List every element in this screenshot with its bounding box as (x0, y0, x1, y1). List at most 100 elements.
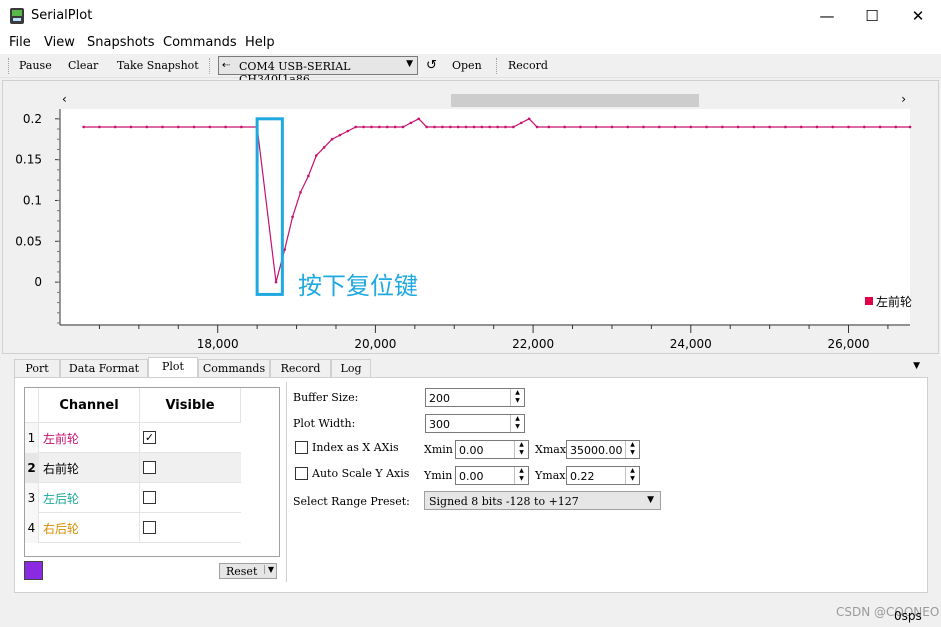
x-tick-label: 18,000 (197, 337, 239, 351)
reset-label: Reset (226, 565, 258, 578)
stepper-arrows-icon[interactable]: ▲ ▼ (514, 441, 528, 458)
data-point (689, 125, 693, 129)
data-point (409, 121, 413, 125)
highlight-box (255, 117, 284, 296)
visible-checkbox[interactable] (143, 461, 156, 474)
visible-checkbox[interactable]: ✓ (143, 431, 156, 444)
data-point (705, 125, 708, 129)
data-point (129, 125, 133, 129)
ymax-value: 0.22 (570, 470, 595, 483)
data-point (113, 125, 117, 129)
data-point (224, 125, 227, 129)
xmax-label: Xmax (535, 443, 567, 456)
data-point (208, 125, 212, 129)
data-point (642, 125, 645, 129)
data-point (425, 125, 428, 129)
y-tick-label: 0.15 (15, 153, 42, 167)
row-number: 4 (25, 513, 39, 543)
stepper-arrows-icon[interactable]: ▲ ▼ (510, 389, 524, 406)
channel-name[interactable]: 左前轮 (43, 430, 79, 447)
chevron-down-icon[interactable]: ▼ (263, 565, 274, 574)
data-point (307, 174, 310, 178)
buffer-size-stepper[interactable]: 200 ▲ ▼ (425, 388, 525, 407)
data-point (610, 125, 614, 129)
watermark: CSDN @COONEO (836, 605, 940, 619)
visible-checkbox[interactable] (143, 491, 156, 504)
stepper-arrows-icon[interactable]: ▲ ▼ (625, 467, 639, 484)
data-point (464, 125, 468, 129)
data-point (657, 125, 661, 129)
divider (286, 382, 287, 582)
data-point (831, 125, 835, 129)
visible-header[interactable]: Visible (140, 388, 241, 423)
data-point (322, 146, 326, 149)
data-point (240, 125, 243, 129)
tab-data-format[interactable]: Data Format (60, 359, 148, 377)
table-row[interactable]: 4 右后轮 (25, 513, 241, 543)
data-point (784, 125, 787, 129)
channel-name[interactable]: 右后轮 (43, 520, 79, 537)
data-point (527, 117, 531, 121)
data-point (176, 125, 180, 129)
ymin-stepper[interactable]: 0.00 ▲ ▼ (455, 466, 529, 485)
data-point (145, 125, 149, 129)
tab-log[interactable]: Log (331, 359, 371, 377)
cell-divider (139, 513, 140, 543)
index-as-x-checkbox[interactable] (295, 441, 308, 454)
data-point (274, 280, 278, 284)
data-point (878, 125, 882, 129)
chevron-down-icon[interactable]: ▼ (913, 361, 920, 371)
tab-commands[interactable]: Commands (198, 359, 270, 377)
stepper-arrows-icon[interactable]: ▲ ▼ (510, 415, 524, 432)
xmax-stepper[interactable]: 35000.00 ▲ ▼ (566, 440, 640, 459)
xmin-stepper[interactable]: 0.00 ▲ ▼ (455, 440, 529, 459)
tab-record[interactable]: Record (270, 359, 331, 377)
stepper-arrows-icon[interactable]: ▲ ▼ (625, 441, 639, 458)
x-tick-label: 22,000 (512, 337, 554, 351)
visible-checkbox[interactable] (143, 521, 156, 534)
x-tick-label: 20,000 (354, 337, 396, 351)
data-point (456, 125, 460, 129)
data-point (370, 125, 373, 129)
range-preset-value: Signed 8 bits -128 to +127 (429, 495, 579, 508)
stepper-arrows-icon[interactable]: ▲ ▼ (514, 467, 528, 484)
chevron-down-icon: ▼ (647, 495, 654, 505)
data-point (847, 125, 850, 129)
table-row[interactable]: 3 左后轮 (25, 483, 241, 513)
channel-name[interactable]: 左后轮 (43, 490, 79, 507)
tab-plot[interactable]: Plot (148, 357, 198, 378)
data-point (161, 125, 164, 129)
channel-header[interactable]: Channel (39, 388, 140, 423)
legend-swatch (865, 297, 873, 305)
ymax-label: Ymax (535, 469, 566, 482)
row-number: 1 (25, 423, 39, 453)
plot-width-stepper[interactable]: 300 ▲ ▼ (425, 414, 525, 433)
tab-port[interactable]: Port (14, 359, 60, 377)
data-point (82, 125, 85, 129)
table-row[interactable]: 2 右前轮 (25, 453, 241, 483)
table-row[interactable]: 1 左前轮 ✓ (25, 423, 241, 453)
data-point (378, 125, 381, 129)
data-point (673, 125, 677, 129)
settings-tabs: Port Data Format Plot Commands Record Lo… (14, 357, 926, 378)
ymin-label: Ymin (424, 469, 453, 482)
ymax-stepper[interactable]: 0.22 ▲ ▼ (566, 466, 640, 485)
row-number: 2 (25, 453, 39, 483)
auto-scale-checkbox[interactable] (295, 467, 308, 480)
channel-color-button[interactable] (24, 561, 43, 580)
range-preset-select[interactable]: Signed 8 bits -128 to +127 ▼ (424, 491, 661, 510)
cell-divider (139, 483, 140, 513)
reset-button[interactable]: Reset ▼ (219, 563, 277, 579)
cell-divider (139, 453, 140, 483)
channel-name[interactable]: 右前轮 (43, 460, 79, 477)
data-point (535, 125, 539, 129)
data-point (362, 125, 365, 129)
data-point (98, 125, 101, 129)
data-point (594, 125, 598, 129)
data-point (385, 125, 389, 129)
data-point (504, 125, 507, 129)
x-tick-label: 24,000 (670, 337, 712, 351)
plot-width-value: 300 (429, 418, 450, 431)
x-tick-label: 26,000 (827, 337, 869, 351)
data-point (736, 125, 740, 129)
